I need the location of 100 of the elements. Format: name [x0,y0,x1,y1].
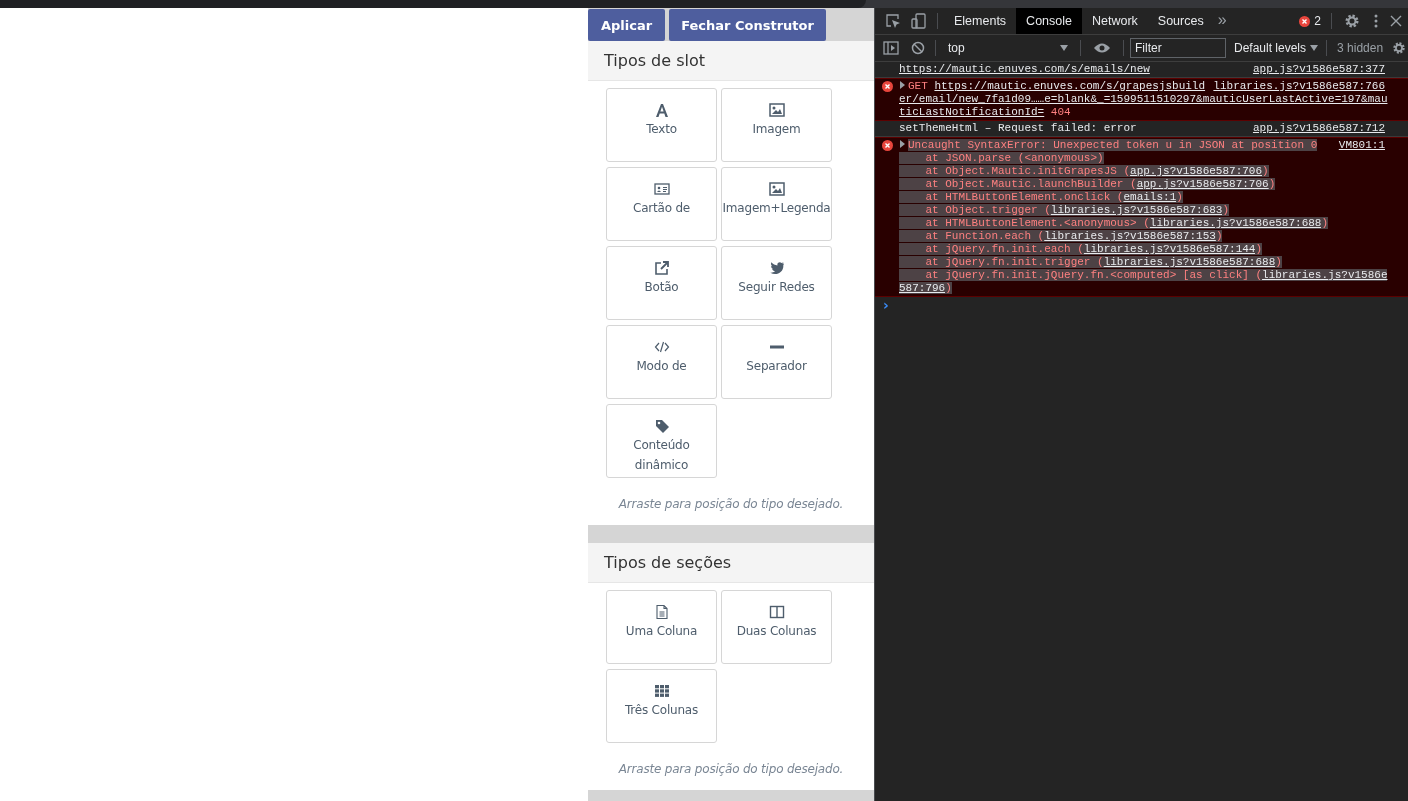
block-tile[interactable]: Imagem+Legenda [721,167,832,241]
block-label: Duas Colunas [736,623,817,640]
settings-icon[interactable] [1344,13,1360,29]
more-tabs[interactable]: » [1217,11,1227,29]
source-link[interactable]: app.js?v1586e587:377 [1252,63,1385,76]
devtools-tab[interactable]: Network [1082,8,1148,34]
caret-icon [1310,45,1319,51]
block-tile[interactable]: Imagem [721,88,832,162]
block-tile[interactable]: Modo de [606,325,717,399]
message-text: 404 [1049,106,1071,118]
block-label: Separador [746,358,807,375]
devtools-tab[interactable]: Sources [1147,8,1214,34]
settings-icon[interactable] [1392,41,1406,55]
source-link[interactable]: VM801:1 [1338,139,1385,152]
link[interactable]: 587:796 [899,282,946,294]
block-label: Imagem+Legenda [722,200,831,217]
link[interactable]: libraries.js?v1586e587:153 [1044,230,1216,242]
message-text: at Object.trigger ( [899,204,1051,216]
message-text: ) [1275,256,1282,268]
link[interactable]: emails:1 [1123,191,1177,203]
kebab-menu-icon[interactable] [1374,14,1378,28]
document-icon [653,604,670,620]
link[interactable]: https://mautic.enuves.com/s/grapesjsbuild [934,80,1206,92]
error-icon [1299,15,1311,27]
link[interactable]: https://mautic.enuves.com/s/emails/new [899,63,1150,75]
id-card-icon [653,181,670,197]
message-text: at Object.Mautic.initGrapesJS ( [899,165,1131,177]
link[interactable]: app.js?v1586e587:706 [1130,165,1263,177]
block-label: Três Colunas [624,702,699,719]
block-tile[interactable]: Duas Colunas [721,590,832,664]
link[interactable]: er/email/new_7fa1d09……e=blank&_=1599511510297&mauticUserLastActive=197&mau [899,93,1388,105]
clear-icon[interactable] [911,41,925,55]
message-text: Uncaught SyntaxError: Unexpected token u in JSON at position 0 [908,139,1318,151]
message-text: at Object.Mautic.launchBuilder ( [899,178,1137,190]
close-icon[interactable] [1390,15,1402,27]
message-text: GET [908,80,929,92]
block-label: Texto [646,121,677,138]
link[interactable]: libraries.js?v1586e [1262,269,1388,281]
builder-button[interactable]: Aplicar [588,9,666,41]
message-text: at jQuery.fn.init.trigger ( [899,256,1104,268]
builder-button[interactable]: Fechar Construtor [669,9,826,41]
message-text: ) [1321,217,1329,229]
devtools-tab[interactable]: Elements [944,8,1017,34]
section-title: Tipos de slot [588,41,874,81]
block-label: Modo de [636,358,687,375]
block-label: Imagem [752,121,801,138]
link[interactable]: ticLastNotificationId= [899,106,1045,118]
hint-text: Arraste para posição do tipo desejado. [617,761,845,778]
columns-icon [768,604,785,620]
source-link[interactable]: libraries.js?v1586e587:766 [1213,80,1385,93]
device-icon[interactable] [911,13,927,29]
filter-field[interactable]: Filter [1130,38,1226,58]
message-text: setThemeHtml – Request failed: error [899,122,1137,134]
block-tile[interactable]: Conteúdo dinâmico [606,404,717,478]
hint-text: Arraste para posição do tipo desejado. [617,496,845,513]
block-tile[interactable]: Texto [606,88,717,162]
eye-icon[interactable] [1093,42,1111,54]
error-counter[interactable]: 2 [1299,14,1321,28]
block-tile[interactable]: Uma Coluna [606,590,717,664]
message-text: at Function.each ( [899,230,1045,242]
block-tile[interactable]: Separador [721,325,832,399]
message-text: at HTMLButtonElement.<anonymous> ( [899,217,1150,229]
message-text: at jQuery.fn.init.each ( [899,243,1084,255]
tag-icon [653,418,670,434]
error-icon [881,81,893,92]
message-text: ) [1215,230,1223,242]
letter-a-icon [653,102,670,118]
link[interactable]: libraries.js?v1586e587:144 [1083,243,1256,255]
context-select[interactable]: top [942,41,1074,55]
code-icon [653,339,670,355]
message-text: at JSON.parse (<anonymous>) [899,152,1104,164]
message-text: ) [1268,178,1276,190]
expand-icon[interactable] [899,140,906,148]
message-text: ) [1222,204,1230,216]
expand-icon[interactable] [899,81,906,89]
source-link[interactable]: app.js?v1586e587:712 [1252,122,1385,135]
block-label: Conteúdo dinâmico [632,437,691,474]
link[interactable]: libraries.js?v1586e587:688 [1149,217,1322,229]
block-tile[interactable]: Botão [606,246,717,320]
block-tile[interactable]: Seguir Redes [721,246,832,320]
message-text: at HTMLButtonElement.onclick ( [899,191,1124,203]
message-text: ) [1255,243,1263,255]
console-prompt[interactable]: › [875,297,1408,313]
hidden-count: 3 hidden [1337,41,1384,55]
block-tile[interactable]: Três Colunas [606,669,717,743]
block-label: Cartão de [632,200,691,217]
link[interactable]: libraries.js?v1586e587:683 [1050,204,1223,216]
message-text: at jQuery.fn.init.jQuery.fn.<computed> [as click] ( [899,269,1263,281]
error-icon [881,140,893,151]
sidebar-icon[interactable] [883,41,899,55]
bird-icon [768,260,785,276]
inspect-icon[interactable] [885,13,901,29]
link[interactable]: app.js?v1586e587:706 [1136,178,1269,190]
block-label: Seguir Redes [738,279,815,296]
devtools-tab[interactable]: Console [1016,8,1082,34]
block-tile[interactable]: Cartão de [606,167,717,241]
block-label: Botão [644,279,679,296]
message-text: ) [1176,191,1183,203]
link[interactable]: libraries.js?v1586e587:688 [1103,256,1276,268]
levels-dropdown[interactable]: Default levels [1234,41,1319,55]
